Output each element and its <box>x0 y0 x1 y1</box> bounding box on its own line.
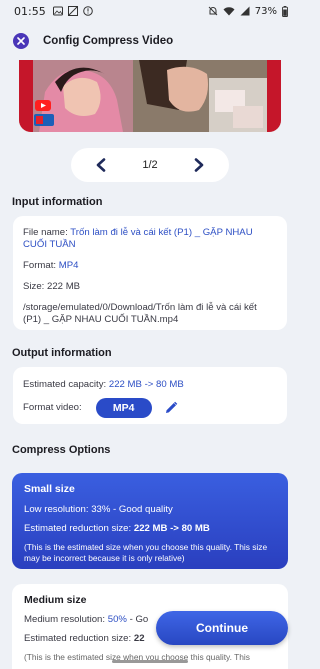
video-thumbnail <box>19 60 281 132</box>
edit-pencil-icon[interactable] <box>164 401 178 415</box>
close-button[interactable] <box>13 33 29 49</box>
file-name-row: File name: Trốn làm đi lễ và cái kết (P1… <box>23 227 277 251</box>
file-name-label: File name: <box>23 227 68 238</box>
reduction-label: Estimated reduction size: <box>24 633 132 644</box>
no-internet-icon <box>67 6 78 16</box>
reduction-value: 222 MB -> 80 MB <box>133 523 210 534</box>
option-small-size[interactable]: Small size Low resolution: 33% - Good qu… <box>12 473 288 569</box>
reduction-label: Estimated reduction size: <box>24 523 132 534</box>
format-video-button[interactable]: MP4 <box>95 398 152 418</box>
app-bar: Config Compress Video <box>0 28 300 54</box>
next-arrow-icon[interactable] <box>193 158 205 172</box>
video-preview[interactable] <box>19 60 281 132</box>
resolution-value: 50% <box>107 614 127 625</box>
option-title: Small size <box>24 483 75 495</box>
compress-options-heading: Compress Options <box>12 444 111 456</box>
option-title: Medium size <box>24 594 87 606</box>
status-bar: 01:55 73% <box>0 0 300 22</box>
capacity-value: 222 MB -> 80 MB <box>108 379 184 390</box>
alert-icon <box>82 6 93 16</box>
input-info-heading: Input information <box>12 196 103 208</box>
battery-icon <box>282 5 288 17</box>
page-title: Config Compress Video <box>43 35 174 47</box>
capacity-label: Estimated capacity: <box>23 379 107 390</box>
close-icon <box>17 37 25 45</box>
output-info-card: Estimated capacity: 222 MB -> 80 MB Form… <box>13 367 287 424</box>
size-label: Size: <box>23 281 45 292</box>
file-path: /storage/emulated/0/Download/Trốn làm đi… <box>23 302 257 325</box>
size-value: 222 MB <box>47 281 81 292</box>
option-note: (This is the estimated size when you cho… <box>24 542 268 563</box>
format-row: Format: MP4 <box>23 260 277 272</box>
option-resolution: Low resolution: 33% - Good quality <box>24 504 173 515</box>
image-icon <box>52 6 63 16</box>
format-video-row: Format video: MP4 <box>23 398 277 418</box>
battery-percent: 73% <box>254 5 277 17</box>
format-video-label: Format video: <box>23 402 82 413</box>
reduction-value: 22 <box>133 633 145 644</box>
input-info-card: File name: Trốn làm đi lễ và cái kết (P1… <box>13 216 287 330</box>
resolution-rest: - Go <box>129 614 149 625</box>
wifi-icon <box>223 7 235 16</box>
resolution-label: Medium resolution: <box>24 614 106 625</box>
format-label: Format: <box>23 260 57 271</box>
page-indicator: 1/2 <box>142 159 158 171</box>
capacity-row: Estimated capacity: 222 MB -> 80 MB <box>23 379 277 391</box>
option-reduction-row: Estimated reduction size: 222 MB -> 80 M… <box>24 523 276 534</box>
preview-pager: 1/2 <box>71 148 229 182</box>
size-row: Size: 222 MB <box>23 281 277 293</box>
signal-icon <box>240 6 250 16</box>
continue-button[interactable]: Continue <box>156 611 288 645</box>
output-info-heading: Output information <box>12 347 112 359</box>
gesture-bar[interactable] <box>112 660 188 663</box>
do-not-disturb-icon <box>208 6 218 16</box>
status-notification-icons <box>52 6 93 16</box>
status-time: 01:55 <box>14 4 46 18</box>
format-value: MP4 <box>58 260 79 271</box>
previous-arrow-icon[interactable] <box>95 158 107 172</box>
